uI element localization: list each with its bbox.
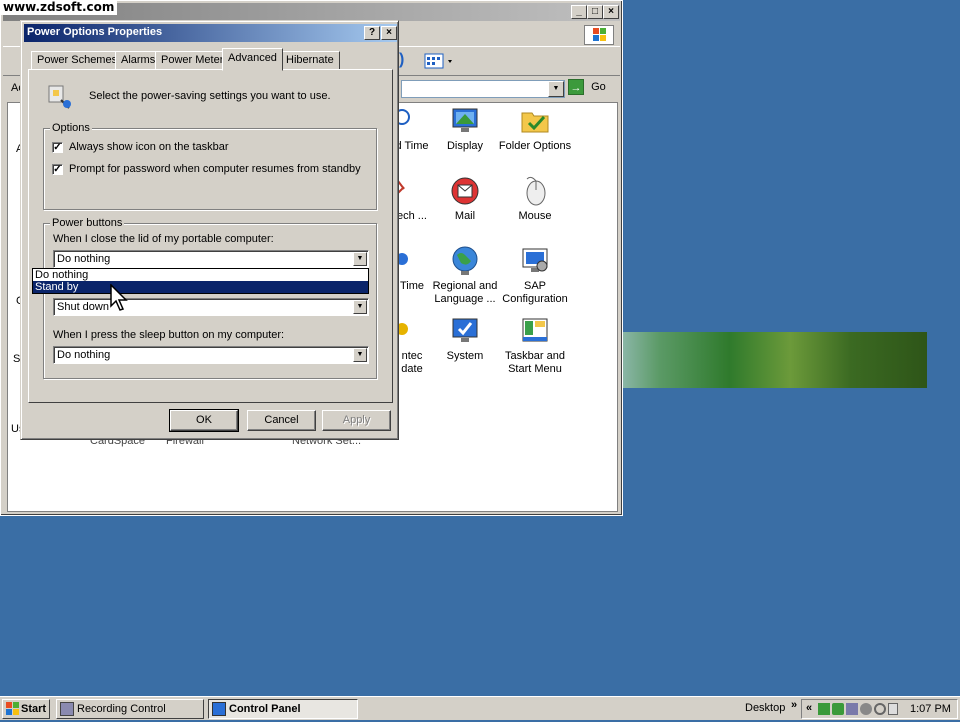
maximize-button[interactable]: □ [587, 5, 603, 19]
lid-action-value: Do nothing [57, 253, 111, 265]
mail-icon [449, 175, 481, 207]
windows-flag-icon [6, 702, 20, 722]
security-icon[interactable] [888, 703, 898, 715]
cp-item-display[interactable]: Display [428, 105, 502, 153]
task-recording-control[interactable]: Recording Control [56, 699, 204, 719]
task-label: Control Panel [229, 703, 301, 715]
toolbar-chevron-icon[interactable]: » [791, 699, 797, 711]
start-button[interactable]: Start [2, 699, 50, 719]
folders-icon[interactable]: ) [399, 51, 413, 71]
dialog-close-button[interactable]: × [381, 26, 397, 40]
cp-item-label: Regional and Language ... [432, 280, 498, 305]
go-arrow-icon: → [568, 79, 584, 95]
lid-action-select[interactable]: Do nothing ▼ [53, 250, 369, 268]
tab-hibernate[interactable]: Hibernate [280, 51, 340, 70]
power-button-value: Shut down [57, 301, 109, 313]
desktop-toolbar-label[interactable]: Desktop [745, 702, 785, 714]
lid-label: When I close the lid of my portable comp… [53, 233, 274, 245]
cp-item-label: Mail [454, 210, 476, 222]
system-tray: « 1:07 PM [801, 699, 958, 719]
minimize-button[interactable]: _ [571, 5, 587, 19]
address-input[interactable]: ▼ [401, 80, 565, 98]
views-button[interactable] [423, 51, 455, 71]
control-panel-icon [212, 702, 226, 716]
tab-power-schemes[interactable]: Power Schemes [31, 51, 124, 70]
folder-options-icon [519, 105, 551, 137]
cp-item-mouse[interactable]: Mouse [498, 175, 572, 223]
close-button[interactable]: × [603, 5, 619, 19]
task-label: Recording Control [77, 703, 166, 715]
volume-icon[interactable] [860, 703, 872, 715]
chevron-down-icon[interactable]: ▼ [353, 348, 367, 362]
power-button-select[interactable]: Shut down ▼ [53, 298, 369, 316]
chevron-down-icon[interactable]: ▼ [353, 300, 367, 314]
power-icon[interactable] [874, 703, 886, 715]
cp-item-folder-options[interactable]: Folder Options [498, 105, 572, 153]
mouse-icon [519, 175, 551, 207]
always-show-icon-label: Always show icon on the taskbar [69, 141, 229, 153]
dialog-title: Power Options Properties [27, 26, 163, 38]
tab-power-meter[interactable]: Power Meter [155, 51, 230, 70]
tab-advanced[interactable]: Advanced [222, 48, 283, 71]
ok-button[interactable]: OK [169, 409, 239, 432]
sleep-label: When I press the sleep button on my comp… [53, 329, 285, 341]
go-button[interactable]: → Go [568, 79, 618, 99]
dropdown-option-do-nothing[interactable]: Do nothing [33, 269, 368, 281]
wallpaper-image [623, 332, 927, 388]
taskbar-icon [519, 315, 551, 347]
address-dropdown-arrow-icon[interactable]: ▼ [548, 81, 564, 97]
globe-icon [449, 245, 481, 277]
prompt-password-checkbox[interactable]: ✓ [52, 164, 63, 175]
cp-item-label: System [446, 350, 484, 362]
system-icon [449, 315, 481, 347]
chevron-down-icon[interactable]: ▼ [353, 252, 367, 266]
sap-icon [519, 245, 551, 277]
network-icon[interactable] [818, 703, 830, 715]
views-icon [424, 53, 452, 69]
recording-control-icon [60, 702, 74, 716]
lid-action-dropdown-list: Do nothing Stand by [32, 268, 369, 294]
windows-logo-icon [584, 25, 614, 45]
task-control-panel[interactable]: Control Panel [208, 699, 358, 719]
intro-text: Select the power-saving settings you wan… [89, 90, 331, 102]
cp-item-label: ntec date [401, 350, 423, 375]
prompt-password-label: Prompt for password when computer resume… [69, 163, 361, 175]
tray-expand-icon[interactable]: « [806, 702, 812, 714]
cp-item-label: SAP Configuration [502, 280, 568, 305]
tray-app-icon[interactable] [846, 703, 858, 715]
watermark-text: www.zdsoft.com [0, 0, 118, 15]
go-label: Go [591, 80, 606, 93]
clock-time[interactable]: 1:07 PM [910, 703, 951, 715]
cp-item-mail[interactable]: Mail [428, 175, 502, 223]
cp-item-label: Folder Options [498, 140, 572, 152]
cp-item-sap[interactable]: SAP Configuration [498, 245, 572, 306]
power-settings-icon [43, 80, 75, 112]
advanced-tab-panel: Select the power-saving settings you wan… [28, 69, 393, 403]
help-button[interactable]: ? [364, 26, 380, 40]
start-label: Start [21, 703, 47, 715]
dropdown-option-stand-by[interactable]: Stand by [33, 281, 368, 293]
mouse-pointer-icon [110, 283, 130, 315]
cancel-button[interactable]: Cancel [247, 410, 316, 431]
power-buttons-group-label: Power buttons [50, 217, 125, 229]
cp-item-label: Display [446, 140, 484, 152]
taskbar: Start Recording Control Control Panel De… [0, 696, 960, 720]
always-show-icon-checkbox[interactable]: ✓ [52, 142, 63, 153]
cp-item-regional[interactable]: Regional and Language ... [428, 245, 502, 306]
power-options-dialog: Power Options Properties ? × Power Schem… [20, 20, 399, 440]
cp-item-label: ech ... [397, 210, 427, 222]
cp-item-taskbar[interactable]: Taskbar and Start Menu [498, 315, 572, 376]
cp-item-label: Mouse [518, 210, 552, 222]
recorder-icon[interactable] [832, 703, 844, 715]
cp-item-system[interactable]: System [428, 315, 502, 363]
cp-item-label: d Time [395, 140, 429, 152]
cp-item-label: Taskbar and Start Menu [505, 350, 565, 375]
sleep-button-value: Do nothing [57, 349, 111, 361]
cp-item-label: Time [399, 280, 425, 292]
options-group-label: Options [50, 122, 92, 134]
dialog-titlebar[interactable]: Power Options Properties ? × [24, 24, 397, 42]
sleep-button-select[interactable]: Do nothing ▼ [53, 346, 369, 364]
display-icon [449, 105, 481, 137]
apply-button[interactable]: Apply [322, 410, 391, 431]
